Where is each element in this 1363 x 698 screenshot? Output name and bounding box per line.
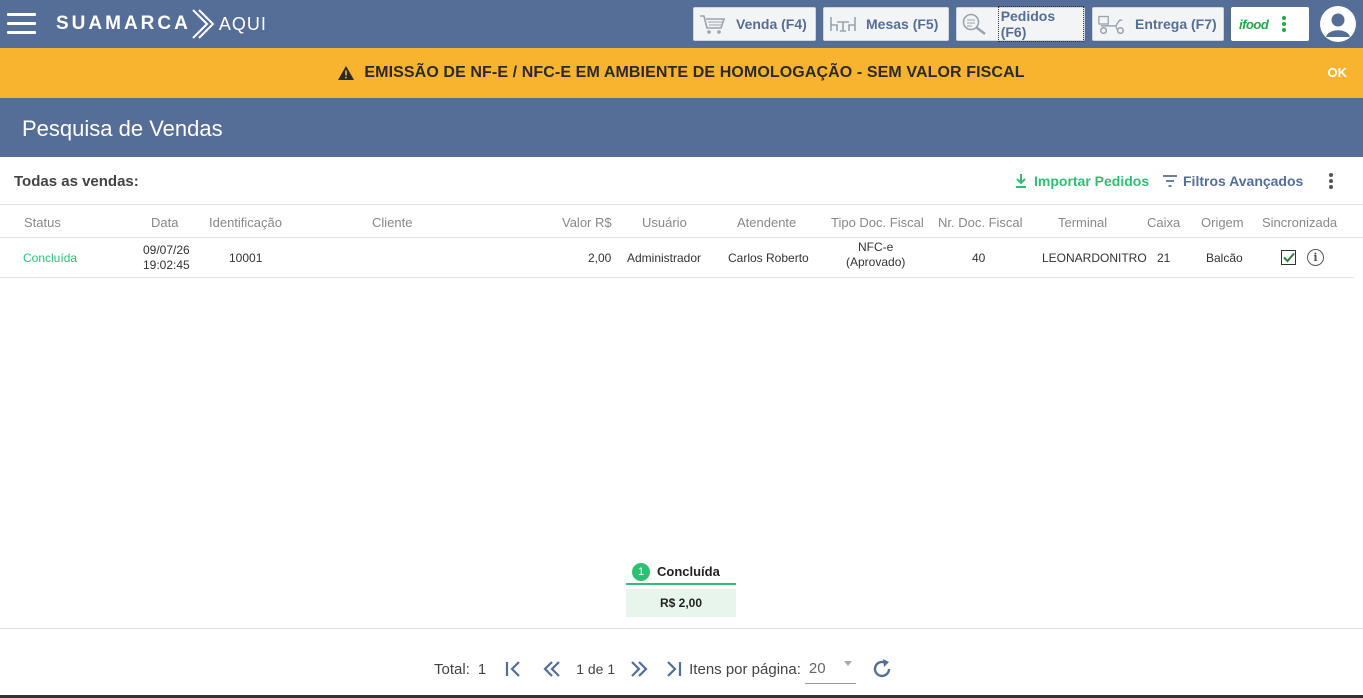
pagination: Total: 1 1 de 1 Itens por página: 20 xyxy=(434,654,894,684)
row-origin: Balcão xyxy=(1206,251,1243,265)
col-attendant[interactable]: Atendente xyxy=(737,215,796,230)
dropdown-caret-icon xyxy=(843,661,852,666)
nav-entrega-label: Entrega (F7) xyxy=(1135,16,1217,32)
row-doc-type: NFC-e (Aprovado) xyxy=(846,240,905,270)
row-identification: 10001 xyxy=(229,251,263,265)
row-terminal: LEONARDONITRO xyxy=(1042,251,1147,265)
col-status[interactable]: Status xyxy=(24,215,61,230)
per-page-select[interactable]: 20 xyxy=(804,654,856,684)
ifood-logo: ifood xyxy=(1239,16,1269,32)
nav-entrega-button[interactable]: Entrega (F7) xyxy=(1092,7,1224,41)
hamburger-menu-icon[interactable] xyxy=(7,13,36,35)
homologation-warning-banner: EMISSÃO DE NF-E / NFC-E EM AMBIENTE DE H… xyxy=(0,48,1363,98)
table-header: Status Data Identificação Cliente Valor … xyxy=(0,204,1363,238)
row-time: 19:02:45 xyxy=(143,258,190,272)
warning-icon xyxy=(338,66,355,80)
col-doc-type[interactable]: Tipo Doc. Fiscal xyxy=(831,215,924,230)
col-value[interactable]: Valor R$ xyxy=(562,215,612,230)
col-doc-number[interactable]: Nr. Doc. Fiscal xyxy=(938,215,1023,230)
col-cashier[interactable]: Caixa xyxy=(1147,215,1180,230)
col-terminal[interactable]: Terminal xyxy=(1058,215,1107,230)
row-doc-number: 40 xyxy=(972,251,986,265)
row-datetime: 09/07/26 19:02:45 xyxy=(143,243,190,273)
per-page-label: Itens por página: xyxy=(689,660,801,678)
all-sales-label: Todas as vendas: xyxy=(14,173,139,190)
row-status: Concluída xyxy=(23,251,78,265)
summary-tab-concluida[interactable]: 1 Concluída xyxy=(626,560,736,585)
download-icon xyxy=(1015,174,1027,188)
brand-logo[interactable]: SUAMARCA AQUI xyxy=(56,8,267,40)
summary-amount: R$ 2,00 xyxy=(626,589,736,617)
banner-ok-button[interactable]: OK xyxy=(1328,65,1348,80)
more-options-icon[interactable] xyxy=(1326,172,1336,190)
last-page-icon[interactable] xyxy=(663,660,683,678)
col-synced[interactable]: Sincronizada xyxy=(1262,215,1337,230)
refresh-icon[interactable] xyxy=(870,657,894,681)
pager-divider xyxy=(0,628,1363,629)
ifood-widget[interactable]: ifood xyxy=(1231,7,1309,41)
row-value: 2,00 xyxy=(588,251,612,265)
per-page-value: 20 xyxy=(808,660,826,677)
logo-suffix-text: AQUI xyxy=(218,13,267,34)
row-doc-type-name: NFC-e xyxy=(858,240,894,254)
col-user[interactable]: Usuário xyxy=(642,215,687,230)
col-client[interactable]: Cliente xyxy=(372,215,412,230)
user-avatar-icon[interactable] xyxy=(1320,6,1356,42)
nav-venda-label: Venda (F4) xyxy=(736,16,807,32)
nav-pedidos-button[interactable]: Pedidos (F6) xyxy=(956,6,1085,42)
import-orders-label: Importar Pedidos xyxy=(1034,173,1150,189)
previous-page-icon[interactable] xyxy=(542,660,562,678)
row-cashier: 21 xyxy=(1157,251,1171,265)
top-bar: SUAMARCA AQUI Venda (F4) Mesas (F5) Pedi… xyxy=(0,0,1363,48)
ifood-more-icon[interactable] xyxy=(1282,15,1287,33)
banner-text: EMISSÃO DE NF-E / NFC-E EM AMBIENTE DE H… xyxy=(364,64,1025,81)
table-row[interactable]: Concluída 09/07/26 19:02:45 10001 2,00 A… xyxy=(0,238,1354,278)
logo-chevron-icon xyxy=(192,9,215,39)
col-identification[interactable]: Identificação xyxy=(209,215,282,230)
import-orders-button[interactable]: Importar Pedidos xyxy=(1015,173,1149,189)
row-doc-type-status: (Aprovado) xyxy=(846,255,906,269)
cart-icon xyxy=(698,12,728,36)
row-date: 09/07/26 xyxy=(143,243,190,257)
summary-label: Concluída xyxy=(657,564,720,579)
advanced-filters-label: Filtros Avançados xyxy=(1183,173,1304,189)
filter-icon xyxy=(1163,175,1177,187)
page-title: Pesquisa de Vendas xyxy=(22,116,223,141)
row-user: Administrador xyxy=(627,251,702,265)
first-page-icon[interactable] xyxy=(504,660,524,678)
summary-count-badge: 1 xyxy=(632,562,650,581)
col-date[interactable]: Data xyxy=(151,215,178,230)
synced-checkbox[interactable] xyxy=(1281,250,1296,265)
tables-icon xyxy=(828,12,858,36)
total-label: Total: xyxy=(434,660,470,678)
row-attendant: Carlos Roberto xyxy=(728,251,809,265)
nav-mesas-button[interactable]: Mesas (F5) xyxy=(823,7,949,41)
total-value: 1 xyxy=(477,660,487,678)
nav-venda-button[interactable]: Venda (F4) xyxy=(693,7,816,41)
logo-brand-text: SUAMARCA xyxy=(56,13,191,34)
advanced-filters-button[interactable]: Filtros Avançados xyxy=(1163,173,1303,189)
page-header: Pesquisa de Vendas xyxy=(0,98,1363,157)
delivery-scooter-icon xyxy=(1097,12,1127,36)
orders-search-icon xyxy=(961,12,990,36)
next-page-icon[interactable] xyxy=(629,660,649,678)
status-summary: 1 Concluída R$ 2,00 xyxy=(626,560,736,617)
nav-pedidos-label: Pedidos (F6) xyxy=(997,6,1084,42)
nav-mesas-label: Mesas (F5) xyxy=(866,16,939,32)
page-info: 1 de 1 xyxy=(576,661,616,677)
info-icon[interactable]: i xyxy=(1307,249,1324,266)
col-origin[interactable]: Origem xyxy=(1201,215,1244,230)
